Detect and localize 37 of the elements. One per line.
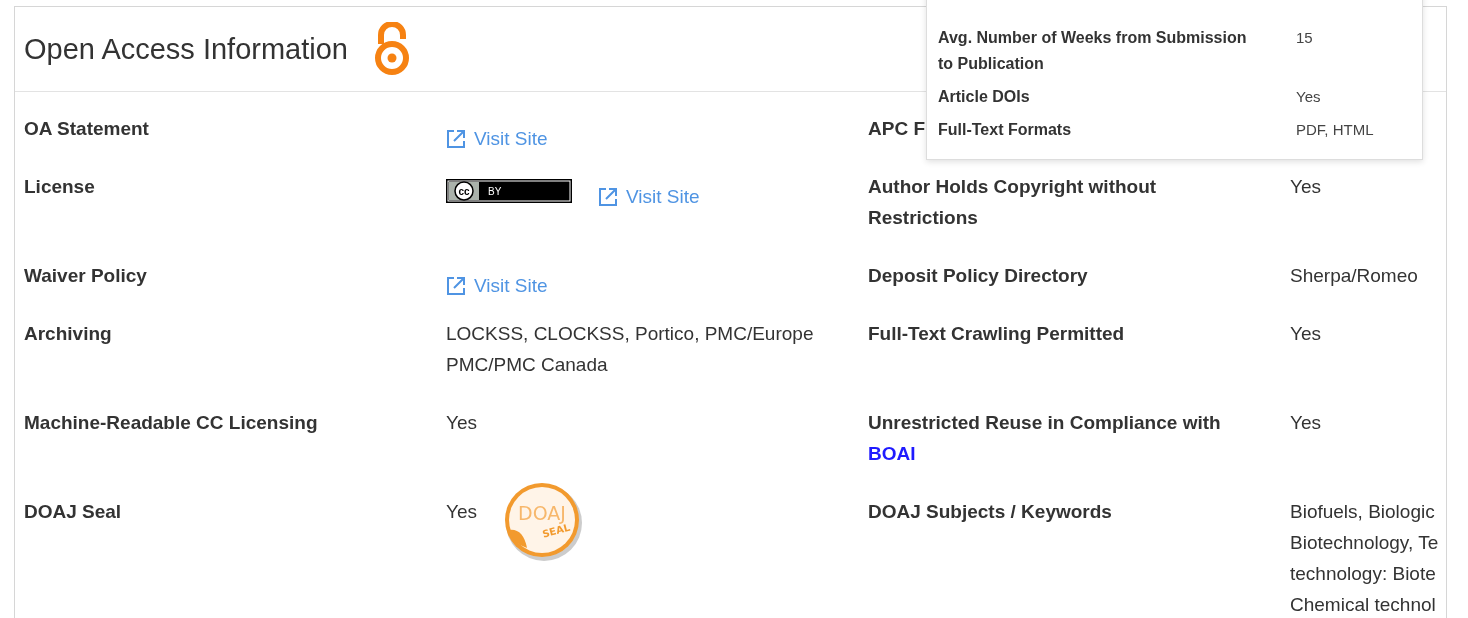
visit-site-link[interactable]: Visit Site bbox=[446, 260, 548, 301]
popup-label: Article DOIs bbox=[938, 87, 1031, 107]
popup-label: Full-Text Formats bbox=[938, 120, 1073, 140]
popup-value: Yes bbox=[1296, 87, 1322, 107]
field-value: LOCKSS, CLOCKSS, Portico, PMC/Europe PMC/PMC Canada bbox=[446, 322, 815, 377]
field-value: Yes bbox=[446, 411, 477, 435]
field-label: Machine-Readable CC Licensing bbox=[24, 411, 319, 435]
field-label: License bbox=[24, 175, 96, 199]
field-value: Sherpa/Romeo bbox=[1290, 265, 1418, 286]
open-lock-icon bbox=[374, 22, 410, 76]
visit-site-link[interactable]: Visit Site bbox=[446, 113, 548, 154]
field-label: Deposit Policy Directory bbox=[868, 264, 1088, 288]
popup-value: PDF, HTML bbox=[1296, 120, 1375, 140]
field-label: Author Holds Copyright without Restrictions bbox=[868, 175, 1158, 230]
external-link-icon bbox=[446, 128, 466, 149]
popup-label: Avg. Number of Weeks from Submission to Publication bbox=[938, 28, 1248, 74]
field-value: Yes bbox=[1290, 176, 1321, 197]
field-label: Waiver Policy bbox=[24, 264, 148, 288]
field-label: Unrestricted Reuse in Compliance with BOAI bbox=[868, 411, 1221, 466]
field-label: DOAJ Seal bbox=[24, 500, 123, 524]
popup-value: 15 bbox=[1296, 28, 1314, 48]
field-value: Yes bbox=[446, 500, 477, 524]
field-value: Yes bbox=[1290, 412, 1321, 433]
external-link-icon bbox=[446, 275, 466, 296]
boai-link[interactable]: BOAI bbox=[868, 443, 916, 464]
field-label: APC F bbox=[868, 117, 925, 141]
cc-by-license-badge: cc BY bbox=[446, 179, 572, 203]
field-label: OA Statement bbox=[24, 117, 150, 141]
field-value: Biofuels, Biologic Biotechnology, Te technology: Biote Chemical technol bbox=[1290, 501, 1439, 615]
field-label: Full-Text Crawling Permitted bbox=[868, 322, 1125, 346]
visit-site-link[interactable]: Visit Site bbox=[598, 171, 700, 212]
field-label: DOAJ Subjects / Keywords bbox=[868, 500, 1112, 524]
external-link-icon bbox=[598, 186, 618, 207]
doaj-seal: DOAJ SEAL bbox=[503, 482, 583, 562]
field-value: Yes bbox=[1290, 323, 1321, 344]
card-title: Open Access Information bbox=[24, 32, 348, 66]
field-label: Archiving bbox=[24, 322, 113, 346]
